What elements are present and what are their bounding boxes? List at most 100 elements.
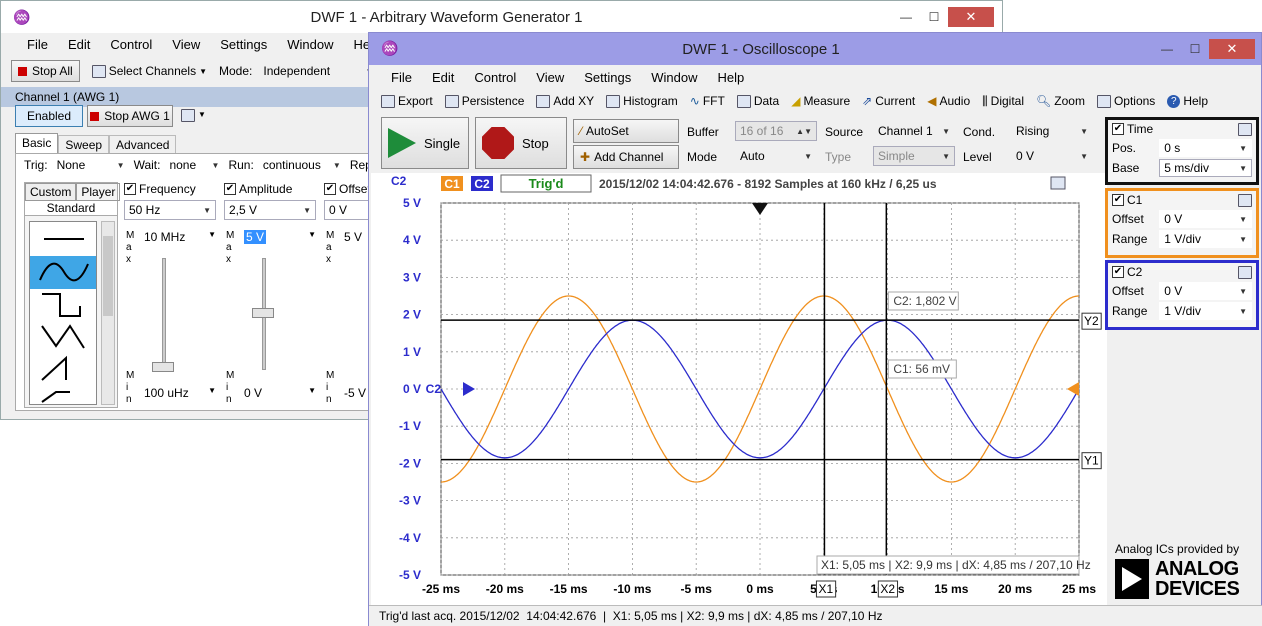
add-channel-button[interactable]: ✚ Add Channel xyxy=(573,145,679,169)
source-select[interactable]: Channel 1 ▼ xyxy=(873,121,955,141)
trig-select[interactable]: None ▼ xyxy=(51,155,130,175)
select-channels-button[interactable]: Select Channels ▼ xyxy=(86,64,213,78)
cond-select[interactable]: Rising ▼ xyxy=(1011,121,1093,141)
mode-select[interactable]: Independent▼ xyxy=(258,61,378,81)
awg-menu-settings[interactable]: Settings xyxy=(210,37,277,52)
time-base-select[interactable]: 5 ms/div ▼ xyxy=(1159,159,1252,177)
amplitude-checkbox[interactable]: ✔ xyxy=(224,183,236,195)
help-button[interactable]: ? Help xyxy=(1161,94,1214,108)
close-icon[interactable]: ✕ xyxy=(1209,39,1255,59)
export-button[interactable]: Export xyxy=(375,94,439,108)
c2-checkbox[interactable]: ✔ xyxy=(1112,266,1124,278)
c2-offset-select[interactable]: 0 V ▼ xyxy=(1159,282,1252,300)
persistence-button[interactable]: Persistence xyxy=(439,94,531,108)
amplitude-min-row[interactable]: 0 V ▼ xyxy=(244,386,316,400)
triangle-shape-icon[interactable] xyxy=(41,324,85,349)
type-value: Simple xyxy=(878,149,915,163)
awg-menu-view[interactable]: View xyxy=(162,37,210,52)
single-button[interactable]: Single xyxy=(381,117,469,169)
c1-range-select[interactable]: 1 V/div ▼ xyxy=(1159,230,1252,248)
frequency-slider-thumb[interactable] xyxy=(152,362,174,372)
square-shape-icon[interactable] xyxy=(42,293,81,317)
options-label: Options xyxy=(1113,94,1156,108)
stop-button[interactable]: Stop xyxy=(475,117,567,169)
trapezium-shape-icon[interactable] xyxy=(41,391,70,403)
scroll-thumb[interactable] xyxy=(103,236,113,316)
channels-icon xyxy=(91,64,106,78)
mode-value: Independent xyxy=(263,64,331,78)
close-icon[interactable]: ✕ xyxy=(948,7,994,27)
scope-menu-view[interactable]: View xyxy=(526,70,574,85)
amplitude-slider-thumb[interactable] xyxy=(252,308,274,318)
scope-menu-help[interactable]: Help xyxy=(707,70,754,85)
maximize-icon[interactable]: ☐ xyxy=(920,7,948,27)
settings-icon[interactable] xyxy=(1238,122,1252,136)
tab-advanced[interactable]: Advanced xyxy=(109,135,177,154)
scope-menu-edit[interactable]: Edit xyxy=(422,70,464,85)
frequency-max-row[interactable]: 10 MHz ▼ xyxy=(144,230,216,244)
tab-player[interactable]: Player xyxy=(76,183,121,201)
c2-offset-label: C2 xyxy=(426,382,442,396)
level-select[interactable]: 0 V ▼ xyxy=(1011,146,1093,166)
plot-settings-icon[interactable] xyxy=(1050,176,1066,190)
options-button[interactable]: Options xyxy=(1091,94,1161,108)
mode-select[interactable]: Auto ▼ xyxy=(735,146,817,166)
offset-min-row[interactable]: -5 V xyxy=(344,386,366,400)
c2-range-select[interactable]: 1 V/div ▼ xyxy=(1159,302,1252,320)
awg-menu-window[interactable]: Window xyxy=(277,37,343,52)
digital-button[interactable]: ⫼ Digital xyxy=(976,94,1030,109)
buffer-select[interactable]: 16 of 16 ▲▼ xyxy=(735,121,817,141)
add-xy-button[interactable]: Add XY xyxy=(530,94,600,108)
scope-plot[interactable]: -25 ms-20 ms-15 ms-10 ms-5 ms0 ms5 ms10 … xyxy=(371,173,1107,605)
amplitude-select[interactable]: 2,5 V ▼ xyxy=(224,200,316,220)
tab-sweep[interactable]: Sweep xyxy=(58,135,110,154)
data-button[interactable]: Data xyxy=(731,94,785,108)
c1-offset-select[interactable]: 0 V ▼ xyxy=(1159,210,1252,228)
current-button[interactable]: ⇗ Current xyxy=(856,94,921,108)
chevron-down-icon[interactable]: ▼ xyxy=(198,110,206,119)
maximize-icon[interactable]: ☐ xyxy=(1181,39,1209,59)
autoset-button[interactable]: ⁄ AutoSet xyxy=(573,119,679,143)
histogram-button[interactable]: Histogram xyxy=(600,94,684,108)
scope-menu-control[interactable]: Control xyxy=(464,70,526,85)
stop-awg-button[interactable]: Stop AWG 1 xyxy=(87,105,173,127)
frequency-checkbox[interactable]: ✔ xyxy=(124,183,136,195)
chevron-down-icon: ▼ xyxy=(1080,126,1088,136)
minimize-icon[interactable]: — xyxy=(1153,39,1181,59)
zoom-button[interactable]: 🔍︎ Zoom xyxy=(1030,94,1091,108)
offset-max-row[interactable]: 5 V xyxy=(344,230,362,244)
scope-menu-settings[interactable]: Settings xyxy=(574,70,641,85)
settings-icon[interactable] xyxy=(181,109,195,122)
ramp-shape-icon[interactable] xyxy=(41,355,67,381)
y-tick-label: -5 V xyxy=(399,568,421,582)
frequency-min-row[interactable]: 100 uHz ▼ xyxy=(144,386,216,400)
settings-icon[interactable] xyxy=(1238,265,1252,279)
type-select[interactable]: Simple ▼ xyxy=(873,146,955,166)
frequency-slider[interactable] xyxy=(162,258,166,370)
measure-button[interactable]: ◢ Measure xyxy=(785,94,856,108)
stop-all-button[interactable]: Stop All xyxy=(11,60,80,82)
fft-button[interactable]: ∿ FFT xyxy=(684,94,731,108)
scope-menu-file[interactable]: File xyxy=(381,70,422,85)
awg-menu-edit[interactable]: Edit xyxy=(58,37,100,52)
audio-button[interactable]: ◀ Audio xyxy=(921,94,976,108)
tab-basic[interactable]: Basic xyxy=(15,133,59,154)
wait-select[interactable]: none ▼ xyxy=(164,155,225,175)
offset-checkbox[interactable]: ✔ xyxy=(324,183,336,195)
minimize-icon[interactable]: — xyxy=(892,7,920,27)
frequency-select[interactable]: 50 Hz ▼ xyxy=(124,200,216,220)
scope-menu-window[interactable]: Window xyxy=(641,70,707,85)
tab-custom[interactable]: Custom xyxy=(25,183,77,201)
amplitude-max-row[interactable]: 5 V ▼ xyxy=(244,230,316,244)
enabled-button[interactable]: Enabled xyxy=(15,105,83,127)
time-checkbox[interactable]: ✔ xyxy=(1112,123,1124,135)
c1-checkbox[interactable]: ✔ xyxy=(1112,194,1124,206)
awg-title-bar[interactable]: ♒ DWF 1 - Arbitrary Waveform Generator 1… xyxy=(1,1,1002,33)
awg-menu-control[interactable]: Control xyxy=(100,37,162,52)
scope-title-bar[interactable]: ♒ DWF 1 - Oscilloscope 1 — ☐ ✕ xyxy=(369,33,1261,65)
settings-icon[interactable] xyxy=(1238,193,1252,207)
awg-menu-file[interactable]: File xyxy=(17,37,58,52)
time-pos-select[interactable]: 0 s ▼ xyxy=(1159,139,1252,157)
run-select[interactable]: continuous ▼ xyxy=(257,155,346,175)
shape-scrollbar[interactable] xyxy=(101,221,115,405)
